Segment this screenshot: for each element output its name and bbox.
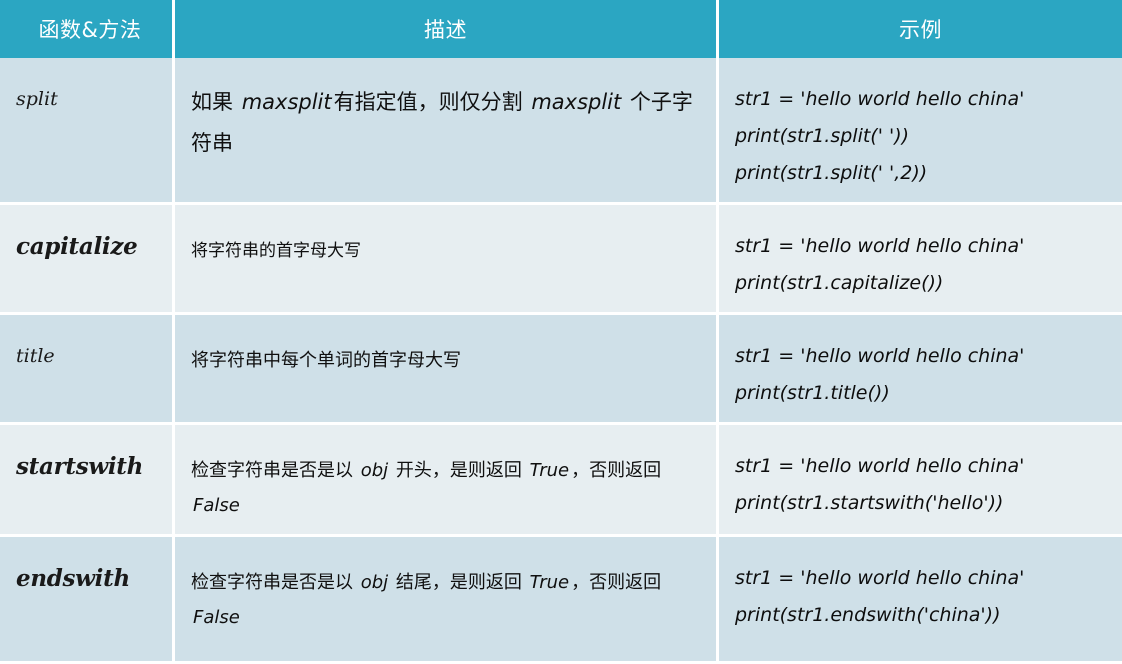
cell-function-name: startswith bbox=[0, 425, 175, 537]
table-row: endswith 检查字符串是否是以 obj 结尾，是则返回 True ，否则返回 … bbox=[0, 536, 1122, 664]
description-code-token: maxsplit bbox=[241, 90, 332, 114]
cell-function-name: title bbox=[0, 315, 175, 426]
example-code-line: print(str1.startswith('hello')) bbox=[735, 492, 1004, 515]
example-code-line: print(str1.capitalize()) bbox=[735, 272, 944, 295]
example-code-line: str1 = 'hello world hello china' bbox=[735, 345, 1025, 368]
example-code-line: print(str1.endswith('china')) bbox=[735, 603, 1001, 626]
description-segment: 如果 bbox=[191, 90, 240, 114]
description-code-token: obj bbox=[360, 571, 389, 593]
description-segment: 结尾，是则返回 bbox=[390, 571, 528, 593]
table-row: capitalize 将字符串的首字母大写 str1 = 'hello world … bbox=[0, 205, 1122, 316]
example-code-block: str1 = 'hello world hello china' print(st… bbox=[735, 439, 1106, 522]
function-name: startswith bbox=[16, 453, 144, 481]
api-table: 函数&方法 描述 示例 split 如果 maxsplit有指定值，则仅分割 ma… bbox=[0, 0, 1122, 664]
example-code-line: str1 = 'hello world hello china' bbox=[735, 455, 1025, 478]
example-code-block: str1 = 'hello world hello china' print(st… bbox=[735, 219, 1106, 302]
table-row: split 如果 maxsplit有指定值，则仅分割 maxsplit 个子字符串… bbox=[0, 58, 1122, 206]
example-code-line: str1 = 'hello world hello china' bbox=[735, 566, 1025, 589]
table-row: startswith 检查字符串是否是以 obj 开头，是则返回 True ，否则返… bbox=[0, 425, 1122, 537]
example-code-line: print(str1.split(' ')) bbox=[735, 125, 910, 148]
description-text: 检查字符串是否是以 obj 结尾，是则返回 True ，否则返回 False bbox=[191, 551, 700, 635]
example-code-line: print(str1.split(' ',2)) bbox=[735, 162, 928, 185]
description-code-token: False bbox=[193, 606, 240, 628]
cell-description: 将字符串的首字母大写 bbox=[175, 205, 719, 316]
function-name: title bbox=[16, 345, 55, 368]
description-text: 将字符串的首字母大写 bbox=[191, 219, 700, 268]
description-segment: 将字符串的首字母大写 bbox=[191, 241, 361, 262]
example-code-line: str1 = 'hello world hello china' bbox=[735, 235, 1025, 258]
description-code-token: maxsplit bbox=[531, 90, 622, 114]
description-segment: 开头，是则返回 bbox=[390, 460, 528, 482]
description-segment: 有指定值，则仅分割 bbox=[333, 90, 530, 114]
description-text: 如果 maxsplit有指定值，则仅分割 maxsplit 个子字符串 bbox=[191, 72, 700, 164]
column-header-description: 描述 bbox=[175, 0, 719, 58]
example-code-line: str1 = 'hello world hello china' bbox=[735, 88, 1025, 110]
example-code-block: str1 = 'hello world hello china' print(st… bbox=[735, 551, 1106, 634]
description-segment: ，否则返回 bbox=[571, 571, 662, 593]
cell-example: str1 = 'hello world hello china' print(st… bbox=[719, 205, 1122, 316]
description-segment: 检查字符串是否是以 bbox=[191, 460, 359, 482]
function-name: split bbox=[16, 88, 58, 110]
column-header-example: 示例 bbox=[719, 0, 1122, 58]
function-name: capitalize bbox=[16, 233, 138, 261]
description-segment: 检查字符串是否是以 bbox=[191, 571, 359, 593]
description-segment: 将字符串中每个单词的首字母大写 bbox=[191, 350, 461, 372]
example-code-block: str1 = 'hello world hello china' print(st… bbox=[735, 72, 1106, 192]
table-row: title 将字符串中每个单词的首字母大写 str1 = 'hello world … bbox=[0, 315, 1122, 426]
cell-example: str1 = 'hello world hello china' print(st… bbox=[719, 536, 1122, 664]
header-row: 函数&方法 描述 示例 bbox=[0, 0, 1122, 58]
cell-function-name: endswith bbox=[0, 536, 175, 664]
cell-example: str1 = 'hello world hello china' print(st… bbox=[719, 315, 1122, 426]
description-text: 检查字符串是否是以 obj 开头，是则返回 True ，否则返回 False bbox=[191, 439, 700, 523]
description-code-token: True bbox=[529, 571, 570, 593]
cell-description: 将字符串中每个单词的首字母大写 bbox=[175, 315, 719, 426]
cell-function-name: split bbox=[0, 58, 175, 206]
column-header-function: 函数&方法 bbox=[0, 0, 175, 58]
string-methods-reference-table: 函数&方法 描述 示例 split 如果 maxsplit有指定值，则仅分割 ma… bbox=[0, 0, 1122, 664]
cell-example: str1 = 'hello world hello china' print(st… bbox=[719, 425, 1122, 537]
description-code-token: True bbox=[529, 460, 570, 482]
cell-function-name: capitalize bbox=[0, 205, 175, 316]
description-text: 将字符串中每个单词的首字母大写 bbox=[191, 329, 700, 378]
table-header: 函数&方法 描述 示例 bbox=[0, 0, 1122, 58]
cell-description: 检查字符串是否是以 obj 开头，是则返回 True ，否则返回 False bbox=[175, 425, 719, 537]
example-code-block: str1 = 'hello world hello china' print(st… bbox=[735, 329, 1106, 412]
cell-description: 如果 maxsplit有指定值，则仅分割 maxsplit 个子字符串 bbox=[175, 58, 719, 206]
cell-example: str1 = 'hello world hello china' print(st… bbox=[719, 58, 1122, 206]
function-name: endswith bbox=[16, 564, 130, 592]
description-code-token: False bbox=[193, 495, 240, 517]
cell-description: 检查字符串是否是以 obj 结尾，是则返回 True ，否则返回 False bbox=[175, 536, 719, 664]
description-segment: ，否则返回 bbox=[571, 460, 662, 482]
description-code-token: obj bbox=[360, 460, 389, 482]
example-code-line: print(str1.title()) bbox=[735, 382, 890, 405]
